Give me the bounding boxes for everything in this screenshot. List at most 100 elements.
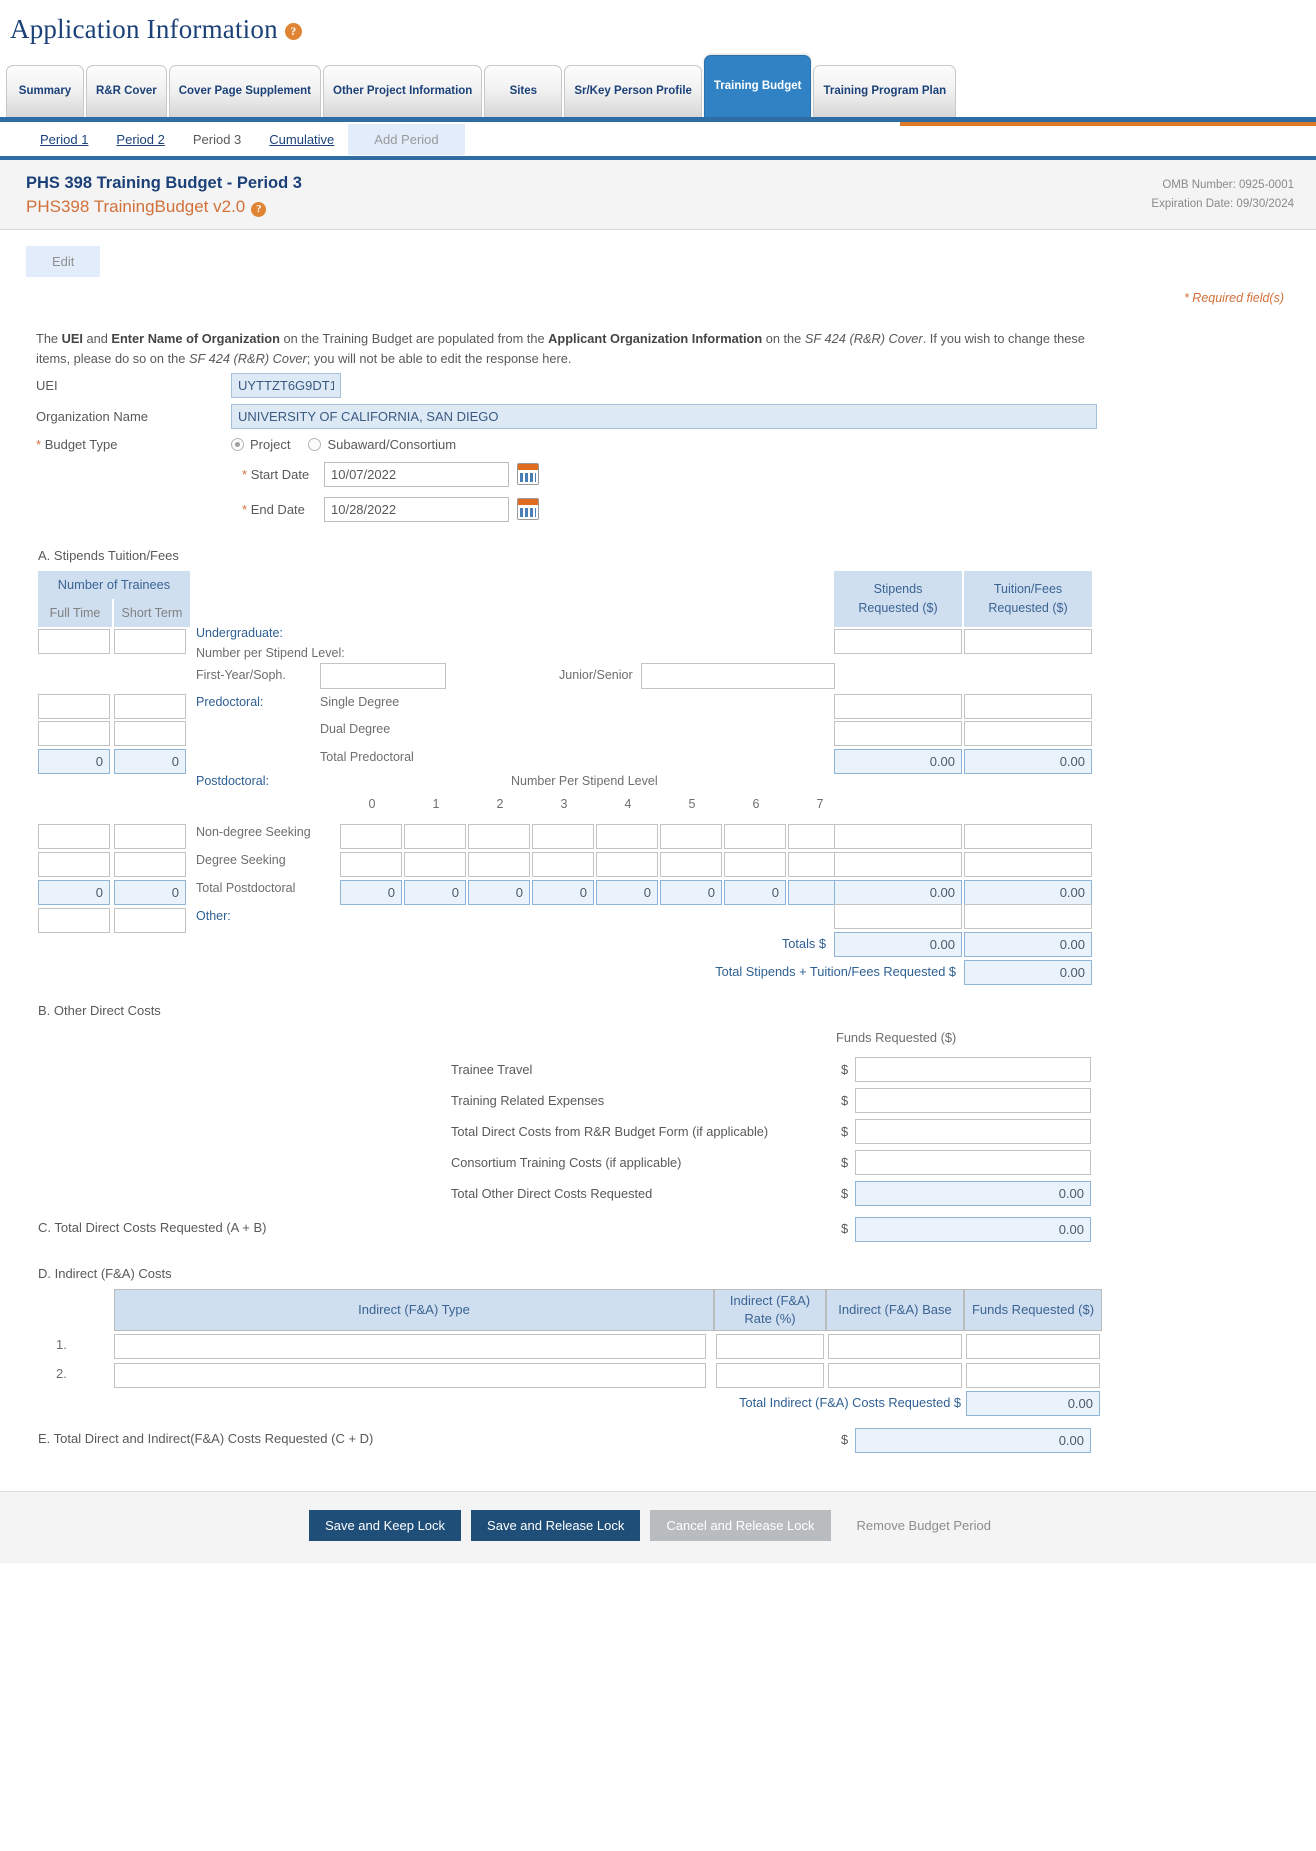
period-tab-2[interactable]: Period 2 — [102, 126, 178, 153]
postdoc-degree-level-4[interactable] — [596, 851, 658, 877]
indirect-row-2-funds-input[interactable] — [966, 1362, 1100, 1388]
indirect-row-1-type-input[interactable] — [114, 1333, 706, 1359]
tab-summary[interactable]: Summary — [6, 65, 84, 117]
predoc-dual-stipends-input[interactable] — [834, 720, 962, 746]
stipend-level-6: 6 — [752, 796, 760, 811]
dollar-sign: $ — [841, 1154, 849, 1170]
period-tab-1[interactable]: Period 1 — [26, 126, 102, 153]
short-term-header: Short Term — [114, 598, 190, 627]
intro-text: on the — [762, 331, 805, 346]
number-per-stipend-level-header: Number Per Stipend Level — [511, 773, 658, 788]
tab-sites[interactable]: Sites — [484, 65, 563, 117]
predoc-single-tuition-input[interactable] — [964, 693, 1092, 719]
form-help-icon[interactable]: ? — [251, 201, 267, 217]
tab-label: Training Budget — [713, 79, 802, 92]
other-shortterm-input[interactable] — [114, 907, 186, 933]
other-fulltime-input[interactable] — [38, 907, 110, 933]
budget-type-label: * Budget Type — [36, 436, 118, 452]
add-period-button[interactable]: Add Period — [348, 123, 465, 155]
predoc-dual-fulltime-input[interactable] — [38, 720, 110, 746]
postdoc-nondegree-tuition-input[interactable] — [964, 823, 1092, 849]
total-predoctoral-label: Total Predoctoral — [320, 749, 414, 764]
predoc-single-stipends-input[interactable] — [834, 693, 962, 719]
postdoc-degree-level-5[interactable] — [660, 851, 722, 877]
indirect-rate-header-line2: Rate (%) — [744, 1310, 796, 1326]
postdoc-degree-tuition-input[interactable] — [964, 851, 1092, 877]
postdoc-nondegree-level-2[interactable] — [468, 823, 530, 849]
single-degree-label: Single Degree — [320, 694, 400, 709]
postdoc-nondegree-stipends-input[interactable] — [834, 823, 962, 849]
tab-other-project-information[interactable]: Other Project Information — [323, 65, 483, 117]
trainee-travel-input[interactable] — [855, 1056, 1091, 1082]
start-date-field[interactable] — [324, 461, 509, 487]
postdoc-degree-shortterm-input[interactable] — [114, 851, 186, 877]
cancel-and-release-lock-button[interactable]: Cancel and Release Lock — [650, 1509, 831, 1541]
postdoc-nondegree-shortterm-input[interactable] — [114, 823, 186, 849]
indirect-row-2-type-input[interactable] — [114, 1362, 706, 1388]
indirect-row-2-base-input[interactable] — [828, 1362, 962, 1388]
predoc-dual-shortterm-input[interactable] — [114, 720, 186, 746]
save-and-keep-lock-button[interactable]: Save and Keep Lock — [309, 1509, 462, 1541]
indirect-row-1-rate-input[interactable] — [716, 1333, 824, 1359]
postdoc-degree-level-0[interactable] — [340, 851, 402, 877]
uei-field[interactable] — [231, 372, 341, 398]
junior-senior-label: Junior/Senior — [559, 667, 633, 682]
tab-rr-cover[interactable]: R&R Cover — [86, 65, 167, 117]
edit-button[interactable]: Edit — [26, 246, 101, 277]
first-year-input[interactable] — [320, 662, 446, 689]
postdoc-nondegree-level-3[interactable] — [532, 823, 594, 849]
postdoc-degree-fulltime-input[interactable] — [38, 851, 110, 877]
radio-subaward-icon[interactable] — [308, 437, 322, 451]
predoc-single-fulltime-input[interactable] — [38, 693, 110, 719]
budget-type-subaward[interactable]: Subaward/Consortium — [308, 437, 456, 452]
postdoc-nondegree-level-0[interactable] — [340, 823, 402, 849]
postdoc-nondegree-level-5[interactable] — [660, 823, 722, 849]
indirect-row-1-base-input[interactable] — [828, 1333, 962, 1359]
postdoc-degree-stipends-input[interactable] — [834, 851, 962, 877]
budget-type-label-text: Budget Type — [44, 436, 118, 452]
other-stipends-input[interactable] — [834, 903, 962, 929]
postdoc-nondegree-fulltime-input[interactable] — [38, 823, 110, 849]
postdoc-degree-level-1[interactable] — [404, 851, 466, 877]
undergrad-tuition-input[interactable] — [964, 628, 1092, 654]
undergrad-stipends-input[interactable] — [834, 628, 962, 654]
postdoc-degree-level-6[interactable] — [724, 851, 786, 877]
postdoc-nondegree-level-4[interactable] — [596, 823, 658, 849]
junior-senior-input[interactable] — [641, 662, 835, 689]
section-c-total-field — [855, 1216, 1091, 1242]
postdoc-degree-level-2[interactable] — [468, 851, 530, 877]
form-title: PHS 398 Training Budget - Period 3 — [26, 174, 302, 192]
calendar-icon[interactable] — [517, 463, 539, 486]
other-tuition-input[interactable] — [964, 903, 1092, 929]
postdoc-degree-level-3[interactable] — [532, 851, 594, 877]
postdoc-nondegree-level-1[interactable] — [404, 823, 466, 849]
period-tab-cumulative[interactable]: Cumulative — [255, 126, 348, 153]
tab-training-program-plan[interactable]: Training Program Plan — [813, 65, 957, 117]
end-date-field[interactable] — [324, 496, 509, 522]
end-date-label-text: End Date — [250, 501, 305, 517]
help-icon[interactable]: ? — [284, 23, 302, 40]
dollar-sign: $ — [841, 1431, 849, 1447]
predoc-single-shortterm-input[interactable] — [114, 693, 186, 719]
budget-type-row: * Budget Type Project Subaward/Consortiu… — [36, 437, 1290, 452]
undergrad-shortterm-input[interactable] — [114, 628, 186, 654]
intro-text: and — [82, 331, 112, 346]
tab-training-budget[interactable]: Training Budget — [703, 55, 812, 117]
postdoc-nondegree-level-6[interactable] — [724, 823, 786, 849]
organization-name-field[interactable] — [231, 403, 1097, 429]
tab-cover-page-supplement[interactable]: Cover Page Supplement — [168, 65, 322, 117]
radio-project-icon[interactable] — [231, 437, 244, 451]
page-header: Application Information ? — [0, 0, 1316, 51]
tuition-requested-header: Tuition/Fees Requested ($) — [964, 570, 1092, 627]
indirect-row-2-rate-input[interactable] — [716, 1362, 824, 1388]
indirect-row-1-funds-input[interactable] — [966, 1333, 1100, 1359]
calendar-icon[interactable] — [517, 498, 539, 521]
total-direct-costs-rr-input[interactable] — [855, 1118, 1091, 1144]
consortium-training-costs-input[interactable] — [855, 1149, 1091, 1175]
training-related-expenses-input[interactable] — [855, 1087, 1091, 1113]
undergrad-fulltime-input[interactable] — [38, 628, 110, 654]
predoc-dual-tuition-input[interactable] — [964, 720, 1092, 746]
budget-type-project[interactable]: Project — [231, 437, 290, 452]
tab-sr-key-person-profile[interactable]: Sr/Key Person Profile — [564, 65, 702, 117]
save-and-release-lock-button[interactable]: Save and Release Lock — [471, 1509, 641, 1541]
